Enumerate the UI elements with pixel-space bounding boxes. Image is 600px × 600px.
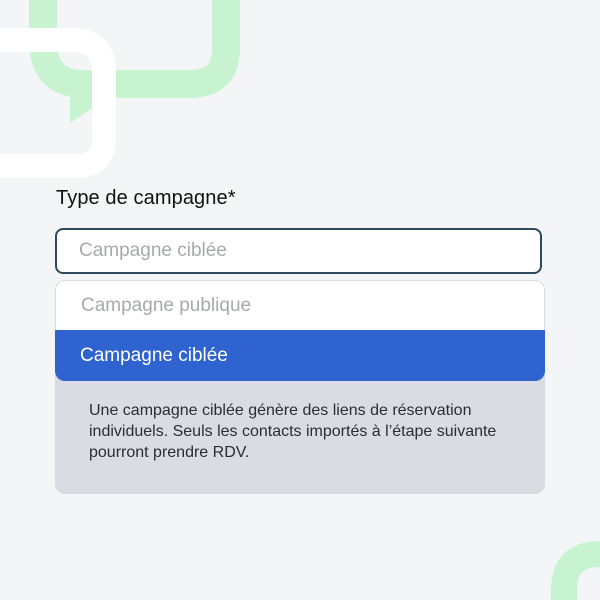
campaign-type-label: Type de campagne* [56, 187, 236, 209]
green-decor-shape [29, 0, 240, 98]
campaign-type-select-value: Campagne ciblée [79, 240, 227, 261]
campaign-type-select[interactable]: Campagne ciblée [55, 228, 542, 274]
page-canvas: Type de campagne* Campagne ciblée Campag… [0, 0, 600, 600]
green-decor-tail [70, 96, 110, 123]
option-label: Campagne publique [81, 294, 252, 316]
campaign-type-dropdown: Campagne publique Campagne ciblée Une ca… [55, 280, 545, 494]
option-campagne-ciblee[interactable]: Campagne ciblée [55, 330, 545, 381]
option-campagne-publique[interactable]: Campagne publique [55, 280, 545, 330]
campaign-type-help-text: Une campagne ciblée génère des liens de … [89, 402, 497, 461]
option-label: Campagne ciblée [80, 344, 228, 366]
white-decor-bubble [0, 28, 116, 178]
green-decor-corner [551, 541, 600, 600]
